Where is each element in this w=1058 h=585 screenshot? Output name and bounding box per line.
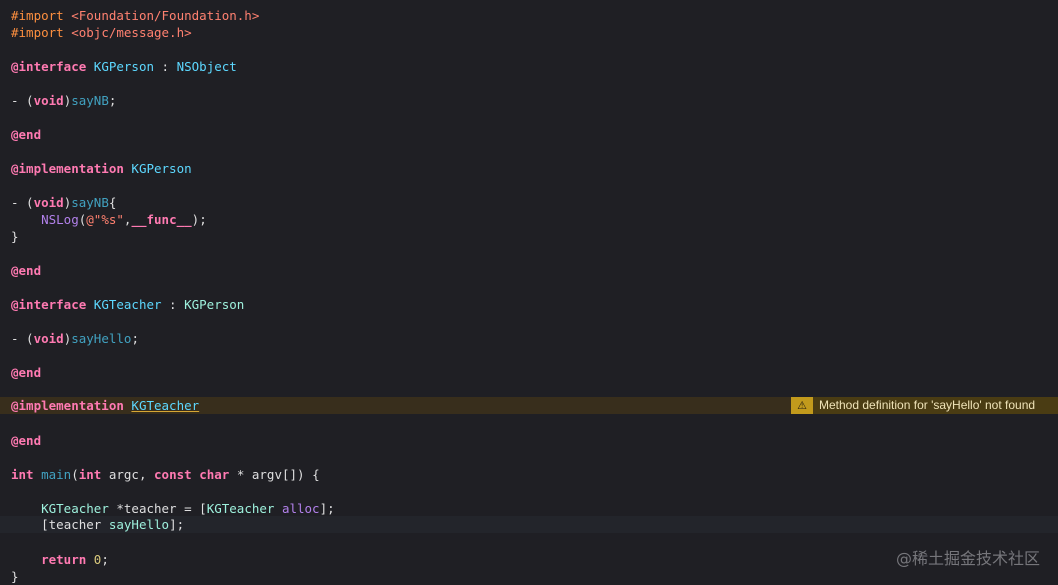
return-keyword: return [41, 552, 87, 567]
method-dash: - ( [11, 195, 34, 210]
code-line[interactable]: } [0, 228, 1058, 245]
code-line[interactable]: @end [0, 432, 1058, 449]
code-line[interactable]: KGTeacher *teacher = [KGTeacher alloc]; [0, 500, 1058, 517]
code-line[interactable]: - (void)sayNB; [0, 92, 1058, 109]
import-path: <objc/message.h> [71, 25, 192, 40]
method-call: alloc [281, 501, 320, 516]
method-dash: - ( [11, 331, 34, 346]
method-call: sayHello [108, 517, 170, 532]
func-macro: __func__ [131, 212, 192, 227]
int-keyword: int [11, 467, 34, 482]
method-name: sayNB [71, 195, 109, 210]
brace: } [11, 569, 19, 584]
end-keyword: @end [11, 365, 42, 380]
interface-keyword: @interface [11, 297, 87, 312]
end-keyword: @end [11, 433, 42, 448]
colon: : [154, 59, 177, 74]
const-keyword: const [154, 467, 192, 482]
declaration: *teacher = [ [108, 501, 207, 516]
superclass-name: KGPerson [184, 297, 245, 312]
bracket-semicolon: ]; [319, 501, 335, 516]
void-keyword: void [33, 331, 64, 346]
code-line[interactable]: } [0, 568, 1058, 585]
function-name: main [41, 467, 72, 482]
code-line[interactable]: @end [0, 126, 1058, 143]
bracket-semicolon: ]; [169, 517, 185, 532]
watermark: @稀土掘金技术社区 [895, 549, 1040, 568]
method-dash: - ( [11, 93, 34, 108]
variable: teacher [48, 517, 109, 532]
superclass-name: NSObject [176, 59, 237, 74]
class-name: KGTeacher [131, 398, 200, 413]
semicolon: ; [131, 331, 139, 346]
code-line[interactable]: @implementation KGPerson [0, 160, 1058, 177]
void-keyword: void [33, 93, 64, 108]
code-editor[interactable]: #import <Foundation/Foundation.h> #impor… [0, 0, 1058, 585]
paren-semicolon: ); [191, 212, 207, 227]
code-line[interactable]: #import <Foundation/Foundation.h> [0, 7, 1058, 24]
import-path: <Foundation/Foundation.h> [71, 8, 260, 23]
param: argc, [101, 467, 155, 482]
paren: ( [71, 467, 79, 482]
code-line[interactable]: NSLog(@"%s",__func__); [0, 211, 1058, 228]
class-name: KGTeacher [93, 297, 162, 312]
brace: } [11, 229, 19, 244]
param: * argv[]) { [229, 467, 320, 482]
code-line[interactable]: @end [0, 262, 1058, 279]
preprocessor-keyword: #import [11, 25, 64, 40]
code-line[interactable]: @end [0, 364, 1058, 381]
implementation-keyword: @implementation [11, 161, 124, 176]
code-line[interactable]: - (void)sayNB{ [0, 194, 1058, 211]
end-keyword: @end [11, 127, 42, 142]
preprocessor-keyword: #import [11, 8, 64, 23]
void-keyword: void [33, 195, 64, 210]
method-name: sayNB [71, 93, 109, 108]
semicolon: ; [108, 93, 117, 108]
code-line-current[interactable]: [teacher sayHello]; [0, 516, 1058, 533]
implementation-keyword: @implementation [11, 398, 124, 413]
code-line[interactable]: @interface KGTeacher : KGPerson [0, 296, 1058, 313]
code-line[interactable]: - (void)sayHello; [0, 330, 1058, 347]
brace: { [108, 195, 117, 210]
code-line[interactable]: @interface KGPerson : NSObject [0, 58, 1058, 75]
class-name: KGPerson [131, 161, 192, 176]
char-keyword: char [199, 467, 230, 482]
code-line[interactable]: #import <objc/message.h> [0, 24, 1058, 41]
class-name: KGPerson [93, 59, 155, 74]
end-keyword: @end [11, 263, 42, 278]
code-line[interactable]: int main(int argc, const char * argv[]) … [0, 466, 1058, 483]
string-literal: @"%s" [86, 212, 124, 227]
colon: : [161, 297, 185, 312]
class-name: KGTeacher [41, 501, 109, 516]
method-name: sayHello [71, 331, 132, 346]
bracket: [ [41, 517, 49, 532]
function-call: NSLog [41, 212, 79, 227]
warning-message[interactable]: Method definition for 'sayHello' not fou… [813, 397, 1058, 414]
warning-triangle-icon[interactable]: ⚠ [791, 397, 813, 414]
interface-keyword: @interface [11, 59, 87, 74]
warning-annotation[interactable]: ⚠ Method definition for 'sayHello' not f… [791, 397, 1058, 414]
int-keyword: int [78, 467, 102, 482]
class-name: KGTeacher [206, 501, 275, 516]
semicolon: ; [101, 552, 109, 567]
